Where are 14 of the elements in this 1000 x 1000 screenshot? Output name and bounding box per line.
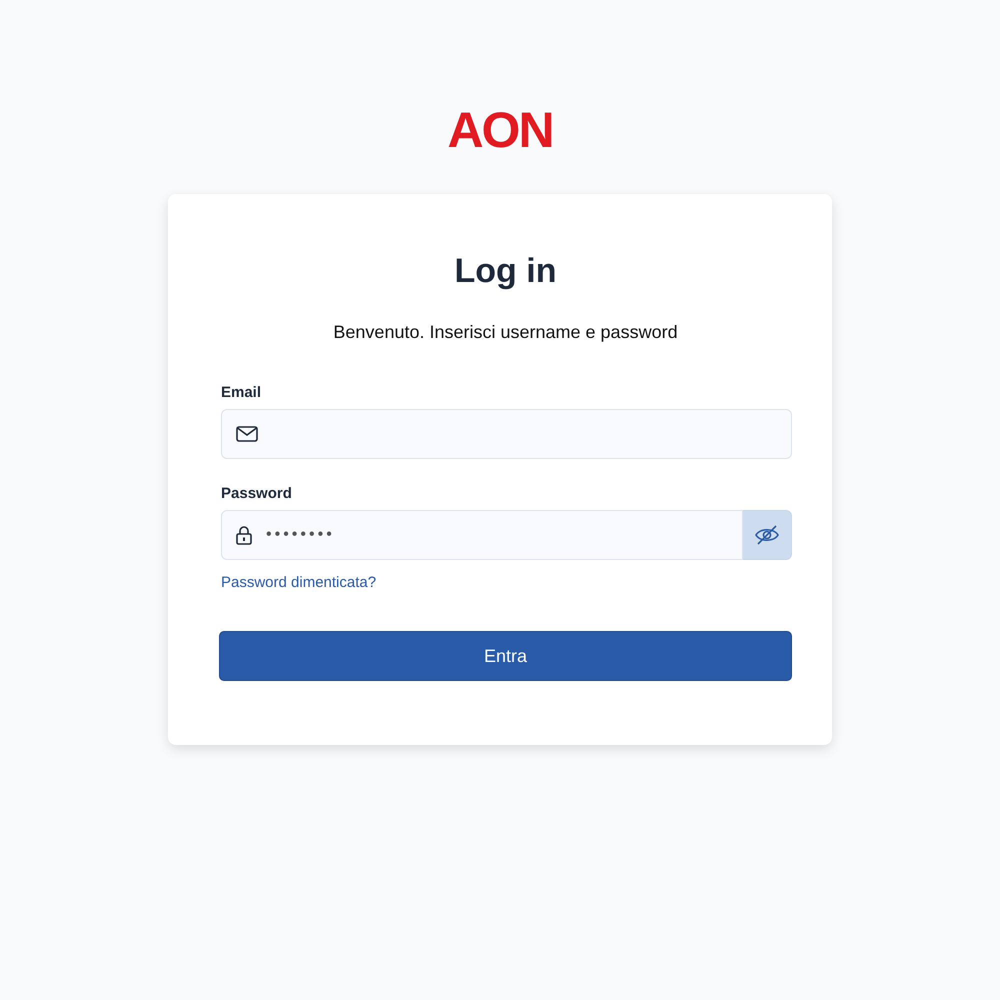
show-password-button[interactable] [743, 510, 792, 560]
page-title: Log in [454, 251, 558, 292]
field-label: Password [221, 485, 293, 502]
password-value: •••••••• [266, 526, 335, 544]
password-field[interactable]: •••••••• [221, 510, 743, 560]
welcome-text: Benvenuto. Inserisci username e password [332, 321, 679, 344]
eye-slash-icon [755, 525, 779, 545]
forgot-password-link[interactable]: Password dimenticata? [221, 574, 376, 591]
field-label: Email [221, 384, 262, 401]
padlock-icon [236, 525, 252, 545]
login-button[interactable]: Entra [219, 631, 792, 681]
email-field[interactable] [221, 409, 792, 459]
logo: AON [447, 104, 553, 156]
envelope-icon [236, 426, 258, 442]
